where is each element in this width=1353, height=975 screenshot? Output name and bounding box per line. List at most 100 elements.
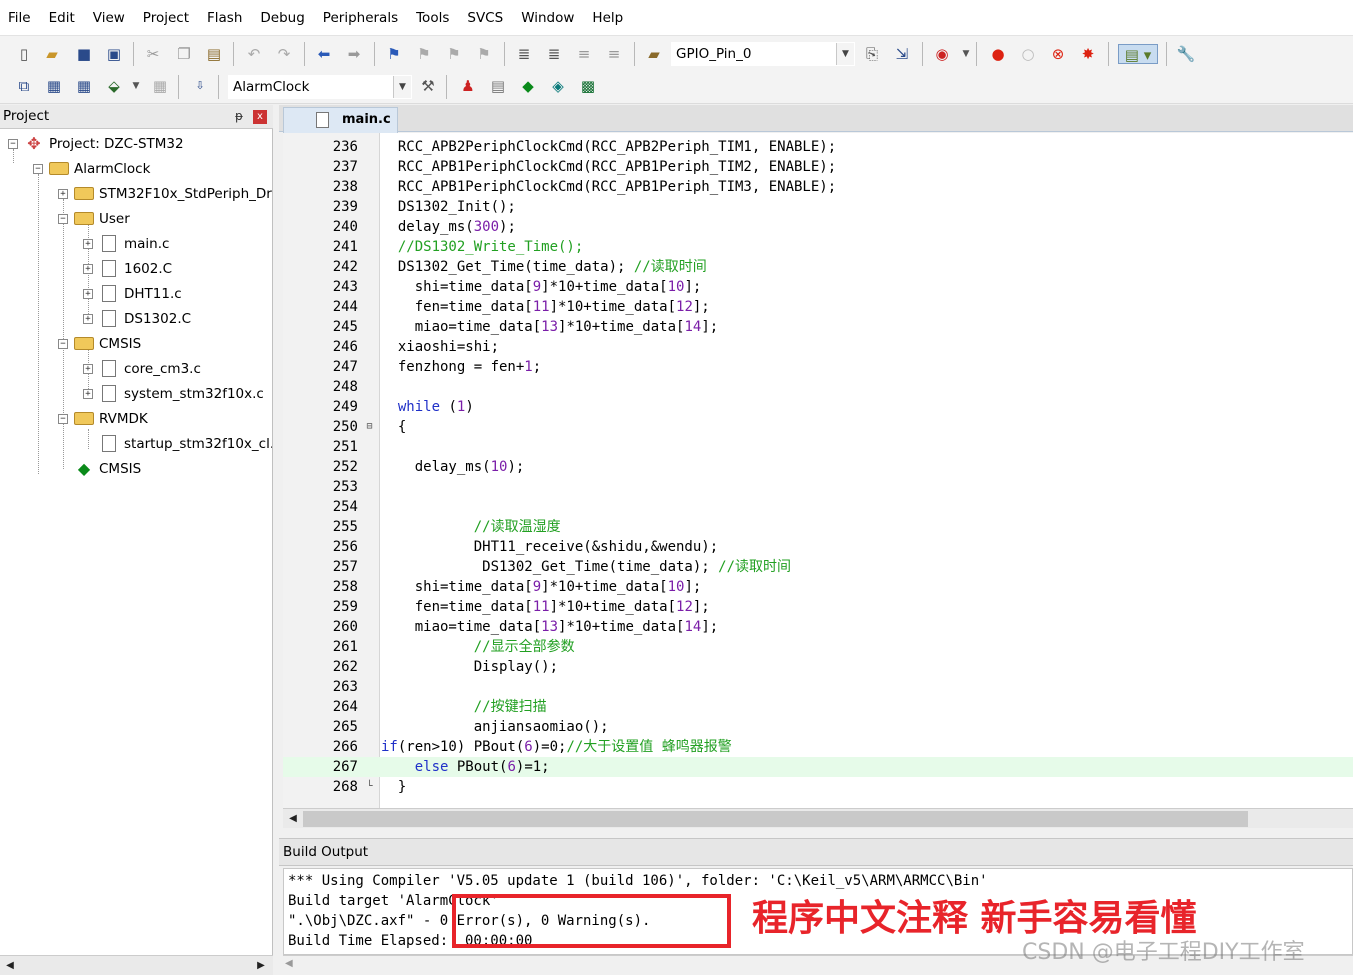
code-line[interactable]: 267 else PBout(6)=1; xyxy=(283,757,1353,777)
find-combo[interactable]: GPIO_Pin_0 ▼ xyxy=(671,42,855,66)
code-line[interactable]: 266 if(ren>10) PBout(6)=0;//大于设置值 蜂鸣器报警 xyxy=(283,737,1353,757)
batch-build-icon[interactable]: ⬙ xyxy=(104,76,124,96)
expand-icon[interactable]: + xyxy=(83,313,93,324)
copy-icon[interactable]: ❐ xyxy=(174,44,194,64)
indent-icon[interactable]: ≣ xyxy=(514,44,534,64)
comment-icon[interactable]: ≡ xyxy=(574,44,594,64)
menu-project[interactable]: Project xyxy=(143,10,189,26)
expand-icon[interactable]: + xyxy=(83,363,93,374)
tree-file-startup[interactable]: startup_stm32f10x_cl. xyxy=(99,431,272,456)
tree-file-dht11-c[interactable]: + DHT11.c xyxy=(83,281,182,306)
target-combo[interactable]: AlarmClock ▼ xyxy=(228,75,412,99)
save-icon[interactable]: ■ xyxy=(74,44,94,64)
tree-group-cmsis[interactable]: − CMSIS xyxy=(58,331,141,356)
code-line[interactable]: 252 delay_ms(10); xyxy=(283,457,1353,477)
code-line[interactable]: 265 anjiansaomiao(); xyxy=(283,717,1353,737)
code-line[interactable]: 250 ⊟ { xyxy=(283,417,1353,437)
incremental-find-icon[interactable]: ⇲ xyxy=(892,44,912,64)
download-icon[interactable]: ⇩ xyxy=(190,76,210,96)
code-line[interactable]: 255 //读取温湿度 xyxy=(283,517,1353,537)
bookmark-next-icon[interactable]: ⚑ xyxy=(444,44,464,64)
tab-main-c[interactable]: main.c xyxy=(283,107,398,133)
breakpoint-kill-all-icon[interactable]: ✸ xyxy=(1078,44,1098,64)
chevron-down-icon[interactable]: ▼ xyxy=(393,76,411,98)
menu-tools[interactable]: Tools xyxy=(416,10,449,26)
code-line[interactable]: 260 miao=time_data[13]*10+time_data[14]; xyxy=(283,617,1353,637)
scroll-left-icon[interactable]: ◀ xyxy=(2,958,18,974)
scroll-left-icon[interactable]: ◀ xyxy=(285,811,301,827)
fold-collapse-icon[interactable]: ⊟ xyxy=(364,417,375,437)
code-line[interactable]: 257 DS1302_Get_Time(time_data); //读取时间 xyxy=(283,557,1353,577)
code-line[interactable]: 253 xyxy=(283,477,1353,497)
component-viewer-icon[interactable]: ▩ xyxy=(578,76,598,96)
code-line[interactable]: 241 //DS1302_Write_Time(); xyxy=(283,237,1353,257)
expand-icon[interactable]: + xyxy=(83,388,93,399)
menu-window[interactable]: Window xyxy=(521,10,574,26)
unindent-icon[interactable]: ≣ xyxy=(544,44,564,64)
window-layout-icon[interactable]: ▤ ▾ xyxy=(1118,44,1158,64)
new-file-icon[interactable]: ▯ xyxy=(14,44,34,64)
code-line[interactable]: 258 shi=time_data[9]*10+time_data[10]; xyxy=(283,577,1353,597)
tree-file-1602-c[interactable]: + 1602.C xyxy=(83,256,172,281)
menu-svcs[interactable]: SVCS xyxy=(467,10,503,26)
code-line[interactable]: 238 RCC_APB1PeriphClockCmd(RCC_APB1Perip… xyxy=(283,177,1353,197)
target-options-icon[interactable]: ⚒ xyxy=(418,76,438,96)
paste-icon[interactable]: ▤ xyxy=(204,44,224,64)
menu-peripherals[interactable]: Peripherals xyxy=(323,10,398,26)
menu-view[interactable]: View xyxy=(93,10,125,26)
debug-session-icon[interactable]: ◉ xyxy=(932,44,952,64)
translate-icon[interactable]: ⧉ xyxy=(14,76,34,96)
save-all-icon[interactable]: ▣ xyxy=(104,44,124,64)
tree-group-rvmdk[interactable]: − RVMDK xyxy=(58,406,148,431)
code-line[interactable]: 268 └ } xyxy=(283,777,1353,797)
code-line[interactable]: 259 fen=time_data[11]*10+time_data[12]; xyxy=(283,597,1353,617)
find-icon[interactable]: ⎘ xyxy=(862,44,882,64)
code-line[interactable]: 264 //按键扫描 xyxy=(283,697,1353,717)
code-editor[interactable]: 236 RCC_APB2PeriphClockCmd(RCC_APB2Perip… xyxy=(283,133,1353,808)
code-line[interactable]: 242 DS1302_Get_Time(time_data); //读取时间 xyxy=(283,257,1353,277)
tree-cmsis-component[interactable]: ◆ CMSIS xyxy=(74,456,141,481)
breakpoint-enable-icon[interactable]: ○ xyxy=(1018,44,1038,64)
tree-file-ds1302-c[interactable]: + DS1302.C xyxy=(83,306,191,331)
configure-icon[interactable]: 🔧 xyxy=(1176,44,1196,64)
bookmark-prev-icon[interactable]: ⚑ xyxy=(414,44,434,64)
uncomment-icon[interactable]: ≡ xyxy=(604,44,624,64)
code-line[interactable]: 240 delay_ms(300); xyxy=(283,217,1353,237)
navigate-back-icon[interactable]: ⬅ xyxy=(314,44,334,64)
build-icon[interactable]: ▦ xyxy=(44,76,64,96)
menu-debug[interactable]: Debug xyxy=(260,10,304,26)
chevron-down-icon[interactable]: ▼ xyxy=(956,44,976,64)
rebuild-icon[interactable]: ▦ xyxy=(74,76,94,96)
scroll-right-icon[interactable]: ▶ xyxy=(253,958,269,974)
code-line[interactable]: 245 miao=time_data[13]*10+time_data[14]; xyxy=(283,317,1353,337)
redo-icon[interactable]: ↷ xyxy=(274,44,294,64)
scroll-left-icon[interactable]: ◀ xyxy=(285,958,293,969)
open-folder-icon[interactable]: ▰ xyxy=(42,44,62,64)
code-line[interactable]: 239 DS1302_Init(); xyxy=(283,197,1353,217)
project-horizontal-scrollbar[interactable]: ◀ ▶ xyxy=(0,955,273,975)
scrollbar-thumb[interactable] xyxy=(303,811,1248,827)
stop-build-icon[interactable]: ▦ xyxy=(150,76,170,96)
code-line[interactable]: 243 shi=time_data[9]*10+time_data[10]; xyxy=(283,277,1353,297)
bookmark-toggle-icon[interactable]: ⚑ xyxy=(384,44,404,64)
undo-icon[interactable]: ↶ xyxy=(244,44,264,64)
code-line[interactable]: 246 xiaoshi=shi; xyxy=(283,337,1353,357)
select-packs-icon[interactable]: ▤ xyxy=(488,76,508,96)
code-line[interactable]: 254 xyxy=(283,497,1353,517)
find-in-files-icon[interactable]: ▰ xyxy=(644,44,664,64)
code-line[interactable]: 262 Display(); xyxy=(283,657,1353,677)
collapse-icon[interactable]: − xyxy=(58,413,68,424)
navigate-forward-icon[interactable]: ➡ xyxy=(344,44,364,64)
pin-icon[interactable]: ᵽ xyxy=(235,105,243,128)
chevron-down-icon[interactable]: ▼ xyxy=(126,76,146,96)
code-line[interactable]: 263 xyxy=(283,677,1353,697)
manage-run-time-icon[interactable]: ◆ xyxy=(518,76,538,96)
bookmark-clear-icon[interactable]: ⚑ xyxy=(474,44,494,64)
tree-group-user[interactable]: − User xyxy=(58,206,130,231)
collapse-icon[interactable]: − xyxy=(58,213,68,224)
manage-project-items-icon[interactable]: ♟ xyxy=(458,76,478,96)
collapse-icon[interactable]: − xyxy=(33,163,43,174)
tree-project-root[interactable]: − ✥ Project: DZC-STM32 xyxy=(8,131,184,156)
code-line[interactable]: 236 RCC_APB2PeriphClockCmd(RCC_APB2Perip… xyxy=(283,137,1353,157)
close-icon[interactable]: x xyxy=(253,110,267,124)
